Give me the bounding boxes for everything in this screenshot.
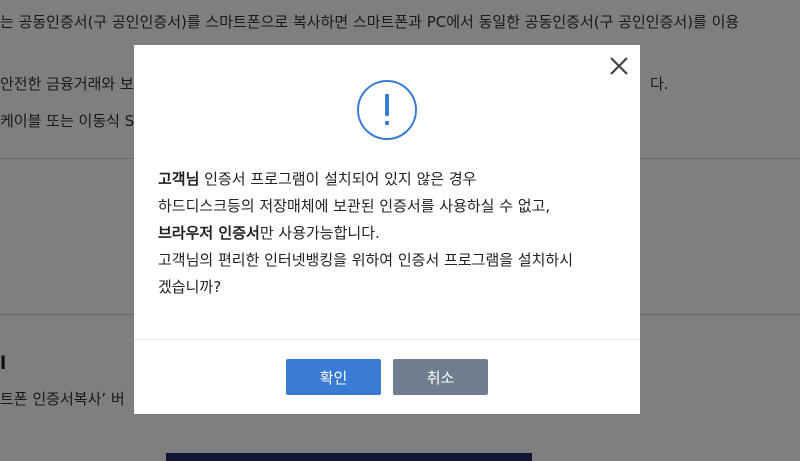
close-button[interactable] [606, 53, 632, 79]
dialog-message: 고객님 인증서 프로그램이 설치되어 있지 않은 경우 하드디스크등의 저장매체… [158, 166, 620, 301]
message-line: 고객님 인증서 프로그램이 설치되어 있지 않은 경우 [158, 170, 477, 188]
message-line: 브라우저 인증서만 사용가능합니다. [158, 224, 380, 242]
message-line: 고객님의 편리한 인터넷뱅킹을 위하여 인증서 프로그램을 설치하시 [158, 251, 574, 269]
message-line: 하드디스크등의 저장매체에 보관된 인증서를 사용하실 수 없고, [158, 197, 551, 215]
confirm-button[interactable]: 확인 [286, 359, 381, 395]
install-prompt-dialog: 고객님 인증서 프로그램이 설치되어 있지 않은 경우 하드디스크등의 저장매체… [134, 45, 640, 414]
cancel-button[interactable]: 취소 [393, 359, 488, 395]
dialog-divider [134, 339, 640, 340]
close-icon [610, 57, 628, 75]
exclamation-circle-icon [357, 80, 417, 140]
message-line: 겠습니까? [158, 278, 222, 296]
